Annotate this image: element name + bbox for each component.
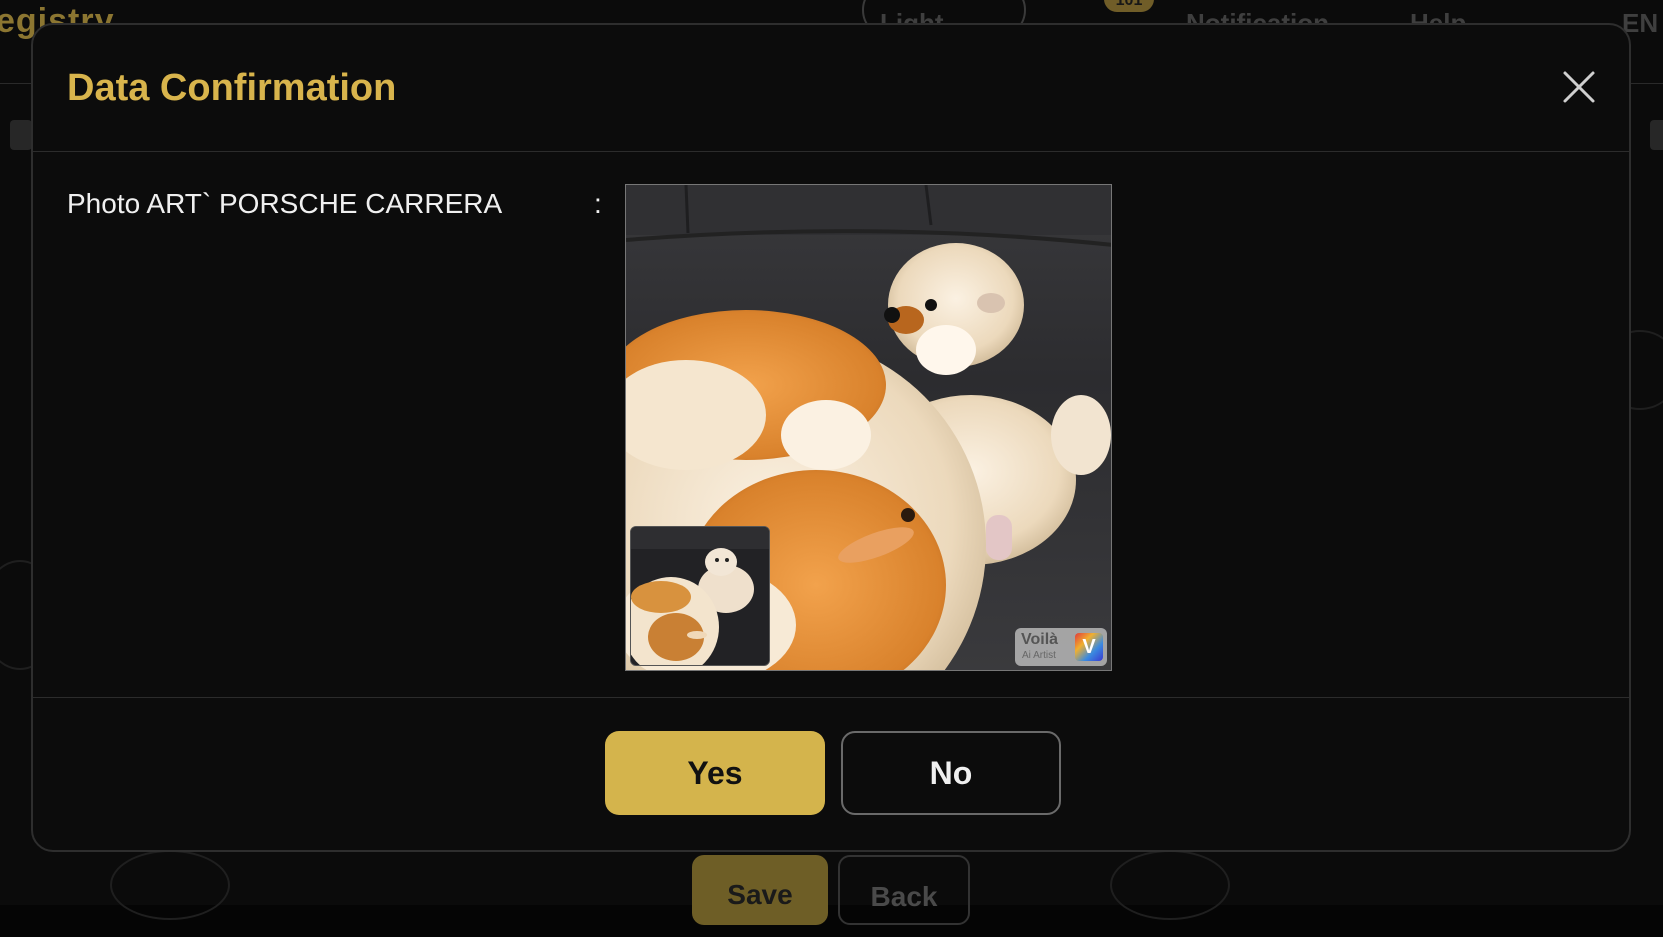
original-photo-thumbnail xyxy=(630,526,770,666)
watermark-brand: Voilà xyxy=(1021,631,1058,649)
save-button[interactable]: Save xyxy=(692,855,828,925)
thumbnail-image xyxy=(631,527,770,666)
back-button[interactable]: Back xyxy=(838,855,970,925)
notification-badge: 101 xyxy=(1104,0,1154,12)
modal-header: Data Confirmation xyxy=(33,25,1629,152)
background-doodle xyxy=(1110,850,1230,920)
close-icon xyxy=(1559,67,1599,107)
photo-art-preview: Voilà Ai Artist V xyxy=(625,184,1112,671)
document-icon xyxy=(10,120,32,150)
watermark-subtitle: Ai Artist xyxy=(1022,650,1056,661)
modal-title: Data Confirmation xyxy=(67,67,396,110)
voila-logo-icon: V xyxy=(1075,633,1103,661)
yes-button[interactable]: Yes xyxy=(605,731,825,815)
field-separator: : xyxy=(594,188,602,220)
photo-field-label: Photo ART` PORSCHE CARRERA xyxy=(67,188,502,220)
modal-body: Photo ART` PORSCHE CARRERA : xyxy=(33,152,1629,698)
no-button[interactable]: No xyxy=(841,731,1061,815)
close-button[interactable] xyxy=(1559,67,1599,107)
voila-watermark: Voilà Ai Artist V xyxy=(1015,628,1107,666)
confirmation-modal: Data Confirmation Photo ART` PORSCHE CAR… xyxy=(31,23,1631,852)
modal-footer: Yes No xyxy=(33,698,1629,854)
bag-icon xyxy=(1650,120,1663,150)
background-doodle xyxy=(110,850,230,920)
